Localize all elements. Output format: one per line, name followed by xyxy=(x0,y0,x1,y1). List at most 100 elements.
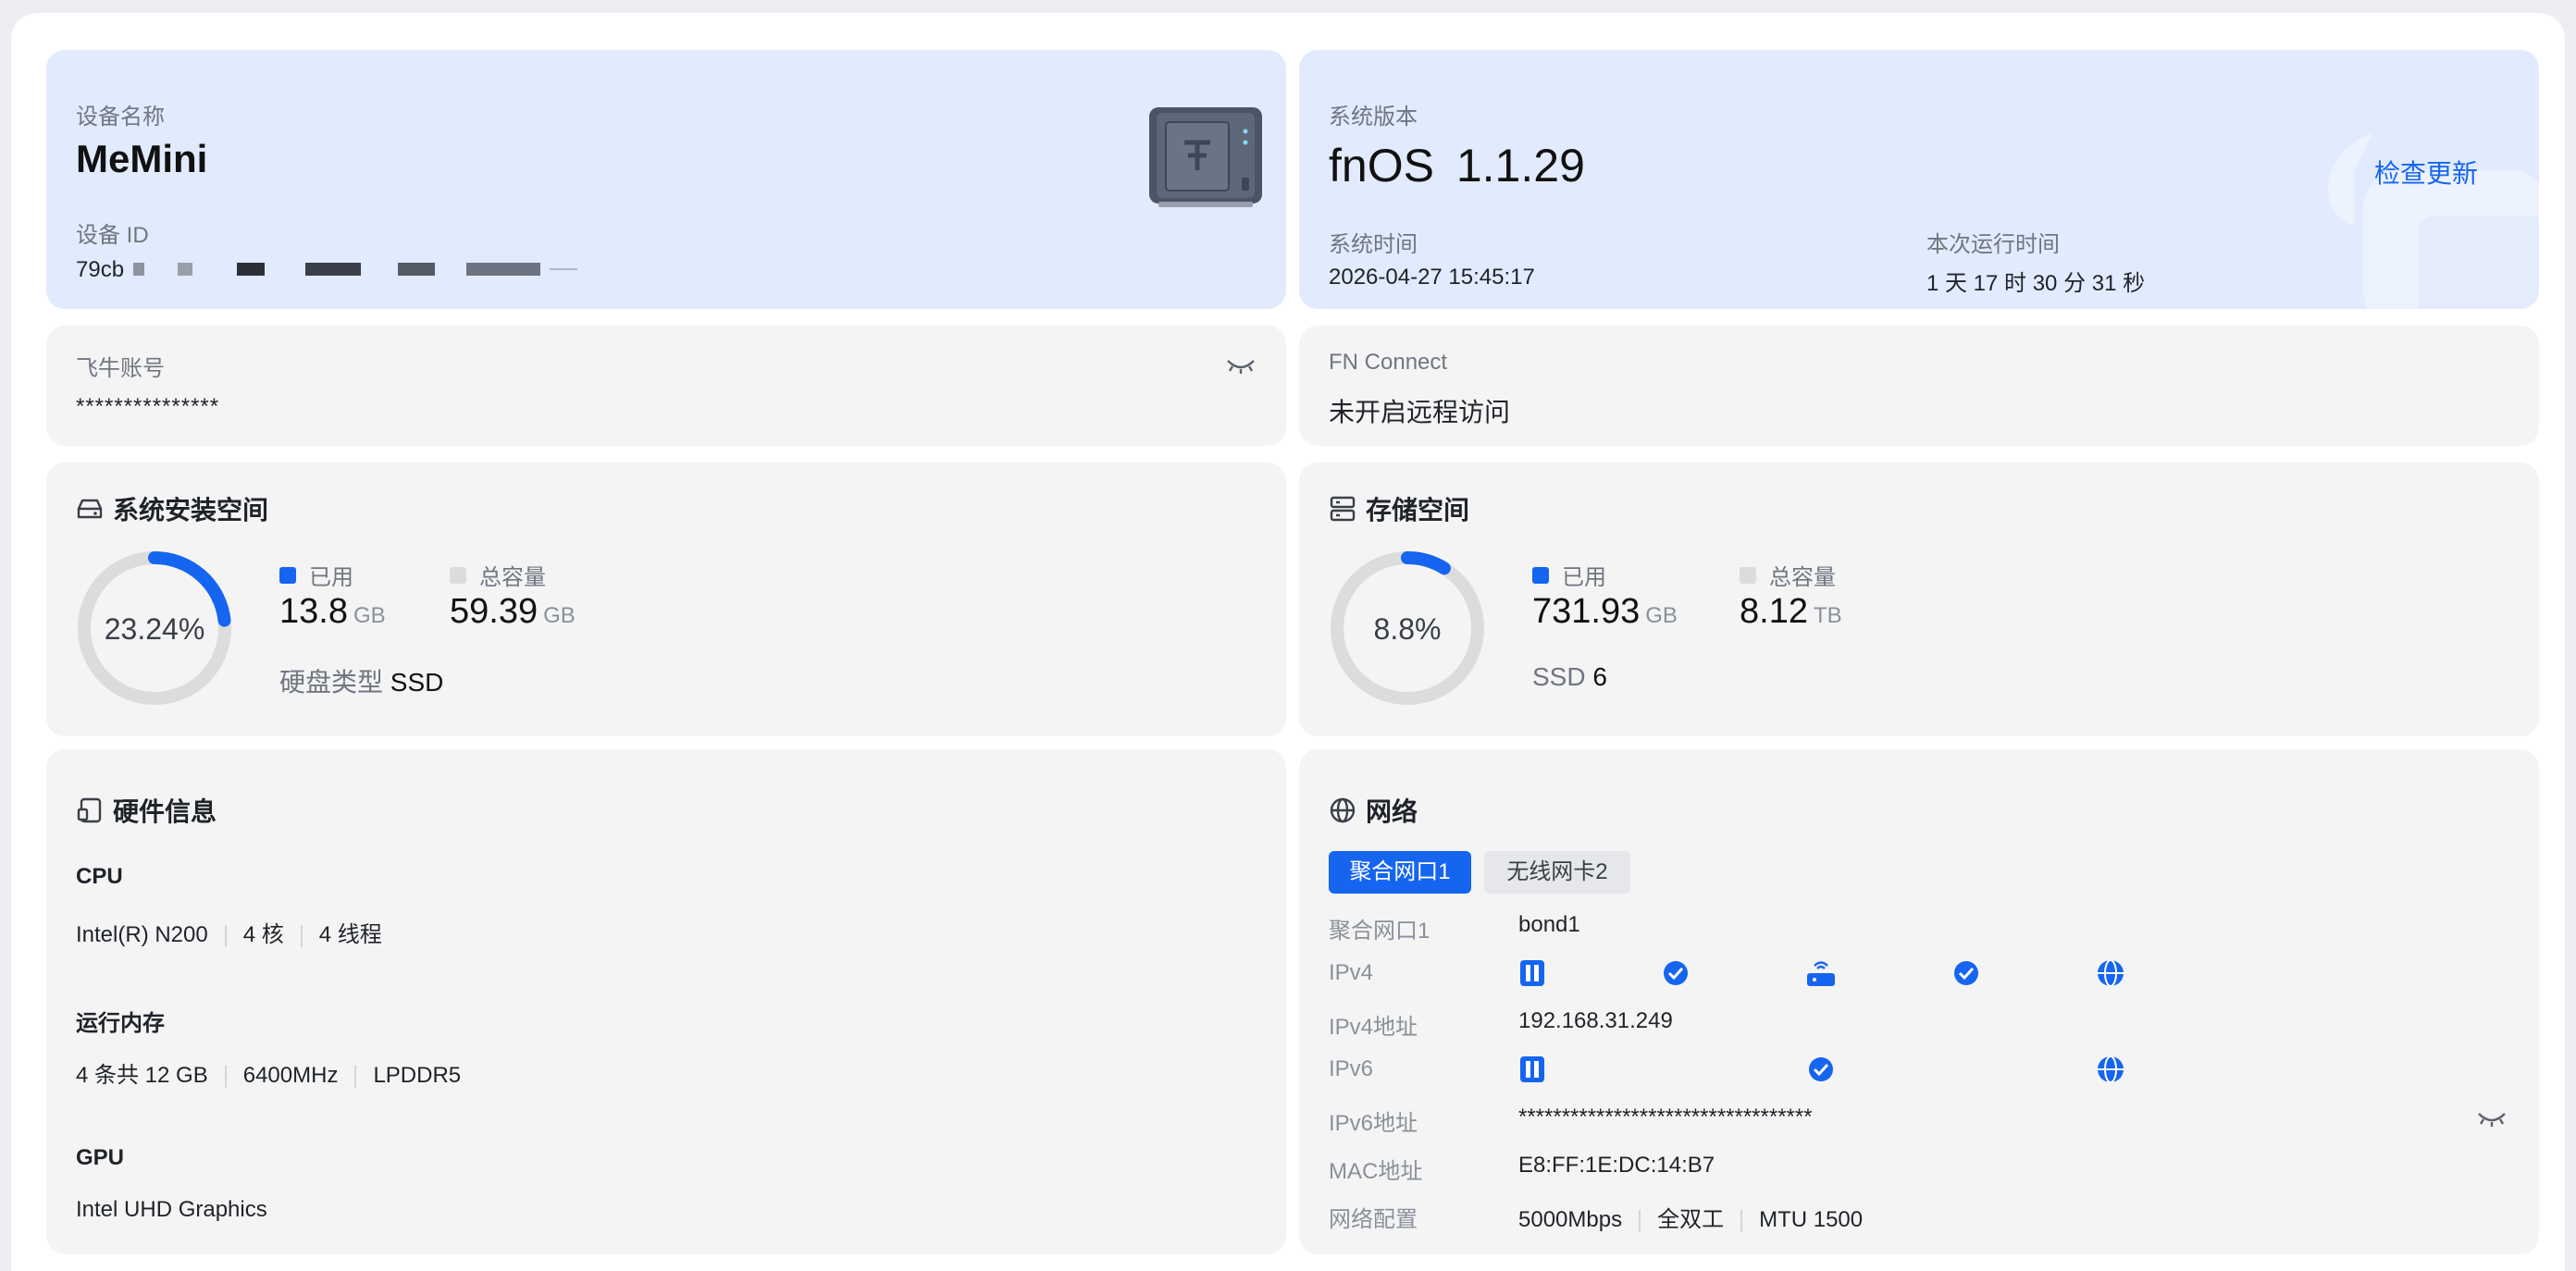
storage-used-label: 已用 xyxy=(1562,565,1606,590)
network-config: 5000Mbps 全双工 MTU 1500 xyxy=(1518,1201,1863,1233)
cpu-label: CPU xyxy=(76,864,123,889)
system-card: 系统版本 fnOS 1.1.29 检查更新 系统时间 2026-04-27 15… xyxy=(1299,50,2539,309)
cpu-threads: 4 线程 xyxy=(318,922,382,947)
ipv4-label: IPv4 xyxy=(1329,960,1374,985)
ipv6-address-label: IPv6地址 xyxy=(1329,1111,1418,1136)
mac-row: MAC地址 E8:FF:1E:DC:14:B7 xyxy=(1329,1147,2539,1184)
ipv6-address-row: IPv6地址 *********************************… xyxy=(1329,1099,2522,1136)
system-space-total-unit: GB xyxy=(543,603,576,628)
network-card: 网络 聚合网口1 无线网卡2 聚合网口1 bond1 IPv4 IPv4地址 1… xyxy=(1299,749,2539,1254)
hardware-title-text: 硬件信息 xyxy=(113,797,217,826)
memory-type: LPDDR5 xyxy=(373,1063,462,1088)
mac-address: E8:FF:1E:DC:14:B7 xyxy=(1518,1153,1715,1178)
disk-type-value: SSD xyxy=(390,668,444,697)
fn-connect-card: FN Connect 未开启远程访问 xyxy=(1299,326,2539,446)
total-swatch xyxy=(1740,566,1756,584)
divider xyxy=(300,924,303,947)
account-value: *************** xyxy=(76,394,220,419)
divider xyxy=(1639,1209,1641,1232)
overview-panel: 设备名称 MeMini 设备 ID 79cb 系统版本 fnOS 1.1.29 … xyxy=(11,13,2565,1271)
ssd-count-label: SSD xyxy=(1532,662,1586,691)
system-space-used-value: 13.8 xyxy=(279,592,348,631)
system-space-title-text: 系统安装空间 xyxy=(113,496,269,524)
router-icon xyxy=(1807,961,1835,986)
system-time: 2026-04-27 15:45:17 xyxy=(1329,265,1535,290)
check-circle-icon xyxy=(1664,961,1688,985)
divider xyxy=(224,924,227,947)
iface-label: 聚合网口1 xyxy=(1329,919,1430,944)
ipv4-row: IPv4 xyxy=(1329,955,2539,992)
storage-total-unit: TB xyxy=(1813,603,1842,628)
storage-total: 8.12 TB xyxy=(1740,592,1842,632)
cpu-cores: 4 核 xyxy=(242,922,284,947)
check-circle-icon xyxy=(1809,1057,1833,1081)
ipv6-address: ********************************** xyxy=(1518,1104,1813,1129)
storage-total-label: 总容量 xyxy=(1769,565,1836,590)
link-speed: 5000Mbps xyxy=(1518,1207,1623,1232)
fn-connect-label: FN Connect xyxy=(1329,350,1448,375)
ssd-count: SSD 6 xyxy=(1532,662,1607,692)
device-id-label: 设备 ID xyxy=(76,223,149,248)
iface-row: 聚合网口1 bond1 xyxy=(1329,907,2539,944)
uptime: 1 天 17 时 30 分 31 秒 xyxy=(1926,271,2146,296)
device-card: 设备名称 MeMini 设备 ID 79cb xyxy=(46,50,1286,309)
device-id: 79cb xyxy=(76,257,631,285)
network-config-label: 网络配置 xyxy=(1329,1207,1418,1232)
check-update-button[interactable]: 检查更新 xyxy=(2374,154,2478,191)
system-space-card: 系统安装空间 23.24% 已用 13.8 GB 总容量 59.39 GB 硬盘类型… xyxy=(46,463,1286,736)
device-name: MeMini xyxy=(76,137,208,180)
storage-server-icon xyxy=(1330,496,1356,522)
divider xyxy=(224,1065,227,1088)
system-space-total-legend: 总容量 xyxy=(450,559,546,591)
nas-node-icon xyxy=(1520,1056,1544,1082)
gpu-label: GPU xyxy=(76,1145,125,1170)
ipv6-row: IPv6 xyxy=(1329,1051,2539,1088)
nas-device-icon xyxy=(1149,107,1262,207)
storage-used: 731.93 GB xyxy=(1532,592,1678,632)
mtu-value: MTU 1500 xyxy=(1759,1207,1864,1232)
eye-closed-icon[interactable] xyxy=(2476,1106,2508,1129)
fnos-watermark-logo xyxy=(2328,133,2539,309)
ipv6-connection-path xyxy=(1520,1055,2124,1083)
system-space-used-legend: 已用 xyxy=(279,559,353,591)
system-space-title: 系统安装空间 xyxy=(76,490,268,527)
hardware-title: 硬件信息 xyxy=(76,792,217,829)
nas-node-icon xyxy=(1520,960,1544,986)
divider xyxy=(1740,1209,1743,1232)
ssd-count-value: 6 xyxy=(1592,662,1607,691)
total-swatch xyxy=(450,566,466,584)
memory-label: 运行内存 xyxy=(76,1011,165,1036)
used-swatch xyxy=(1532,566,1549,584)
system-space-total-label: 总容量 xyxy=(479,565,546,590)
memory-size: 4 条共 12 GB xyxy=(76,1063,208,1088)
check-circle-icon xyxy=(1954,961,1978,985)
system-space-used: 13.8 GB xyxy=(279,592,386,632)
system-space-used-unit: GB xyxy=(353,603,386,628)
storage-percent: 8.8% xyxy=(1373,612,1442,646)
system-space-percent: 23.24% xyxy=(104,612,205,646)
storage-total-value: 8.12 xyxy=(1740,592,1808,631)
iface-value: bond1 xyxy=(1518,912,1580,937)
internet-globe-icon xyxy=(2098,959,2124,987)
storage-used-value: 731.93 xyxy=(1532,592,1641,631)
system-version-number: 1.1.29 xyxy=(1455,140,1585,191)
uptime-label: 本次运行时间 xyxy=(1926,232,2060,257)
disk-type: 硬盘类型 SSD xyxy=(279,662,443,699)
device-id-prefix: 79cb xyxy=(76,257,125,282)
system-version-name: fnOS xyxy=(1329,140,1434,191)
system-space-used-label: 已用 xyxy=(309,565,353,590)
ipv4-connection-path xyxy=(1520,959,2124,987)
storage-title: 存储空间 xyxy=(1329,490,1469,527)
account-label: 飞牛账号 xyxy=(76,356,165,381)
device-id-mask xyxy=(133,263,633,276)
ipv4-address-row: IPv4地址 192.168.31.249 xyxy=(1329,1003,2539,1040)
eye-closed-icon[interactable] xyxy=(1225,353,1257,376)
ipv6-label: IPv6 xyxy=(1329,1056,1374,1081)
system-space-total-value: 59.39 xyxy=(450,592,539,631)
device-name-label: 设备名称 xyxy=(76,105,165,130)
system-space-total: 59.39 GB xyxy=(450,592,576,632)
memory-speed: 6400MHz xyxy=(242,1063,339,1088)
hardware-card: 硬件信息 CPU Intel(R) N200 4 核 4 线程 运行内存 4 条共 … xyxy=(46,749,1286,1254)
gpu-model: Intel UHD Graphics xyxy=(76,1197,267,1222)
cpu-info: Intel(R) N200 4 核 4 线程 xyxy=(76,916,382,948)
